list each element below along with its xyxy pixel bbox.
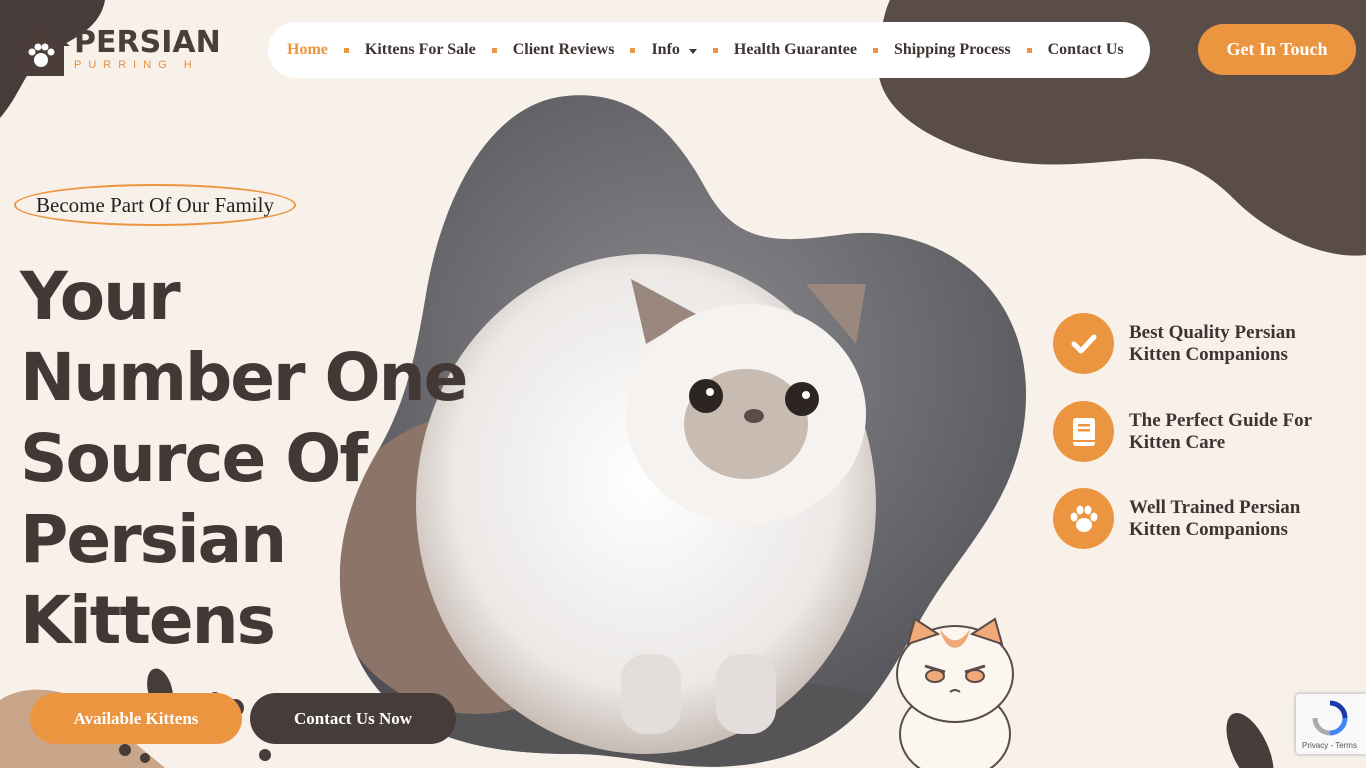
headline-line: Persian — [20, 501, 287, 578]
nav-separator — [1026, 47, 1032, 53]
feature-text: The Perfect Guide For Kitten Care — [1129, 409, 1312, 453]
feature-text: Best Quality Persian Kitten Companions — [1129, 321, 1296, 365]
nav-item-home[interactable]: Home — [287, 41, 328, 59]
available-kittens-button[interactable]: Available Kittens — [30, 693, 242, 744]
nav-item-shipping-process[interactable]: Shipping Process — [894, 41, 1011, 59]
recaptcha-icon — [1312, 700, 1348, 736]
recaptcha-links[interactable]: Privacy - Terms — [1302, 741, 1357, 750]
brand-name: PERSIAN — [74, 24, 221, 60]
hero-tagline: Become Part Of Our Family — [14, 184, 296, 226]
nav-item-health-guarantee[interactable]: Health Guarantee — [734, 41, 857, 59]
background-paw-bottom-right — [1226, 712, 1274, 768]
book-icon — [1053, 401, 1114, 462]
hero-headline: Your Number One Source Of Persian Kitten… — [20, 256, 480, 661]
check-icon — [1053, 313, 1114, 374]
site-logo[interactable]: PERSIAN PURRING H — [10, 20, 221, 78]
recaptcha-badge[interactable]: Privacy - Terms — [1296, 694, 1366, 754]
feature-text: Well Trained Persian Kitten Companions — [1129, 496, 1301, 540]
feature-guide: The Perfect Guide For Kitten Care — [1053, 401, 1339, 462]
get-in-touch-button[interactable]: Get In Touch — [1198, 24, 1356, 75]
nav-separator — [873, 47, 878, 53]
headline-line: Kittens — [20, 582, 276, 659]
nav-separator — [343, 47, 349, 53]
house-paw-icon — [12, 22, 70, 76]
nav-item-contact-us[interactable]: Contact Us — [1048, 41, 1124, 59]
main-navigation: Home Kittens For Sale Client Reviews Inf… — [268, 22, 1150, 78]
contact-us-now-button[interactable]: Contact Us Now — [250, 693, 456, 744]
headline-line: Number One — [20, 339, 468, 416]
nav-item-info-label: Info — [651, 41, 680, 58]
nav-separator — [491, 47, 497, 53]
cartoon-kitten-illustration — [896, 617, 1014, 768]
headline-line: Source Of — [20, 420, 368, 497]
nav-item-info[interactable]: Info — [651, 41, 697, 59]
nav-item-client-reviews[interactable]: Client Reviews — [513, 41, 615, 59]
paw-icon — [1053, 488, 1114, 549]
feature-well-trained: Well Trained Persian Kitten Companions — [1053, 488, 1339, 549]
headline-line: Your — [20, 258, 181, 335]
chevron-down-icon — [688, 48, 697, 54]
nav-separator — [712, 47, 718, 53]
nav-item-kittens-for-sale[interactable]: Kittens For Sale — [365, 41, 476, 59]
nav-separator — [630, 47, 636, 53]
feature-best-quality: Best Quality Persian Kitten Companions — [1053, 313, 1339, 374]
brand-subtitle: PURRING H — [74, 58, 199, 71]
